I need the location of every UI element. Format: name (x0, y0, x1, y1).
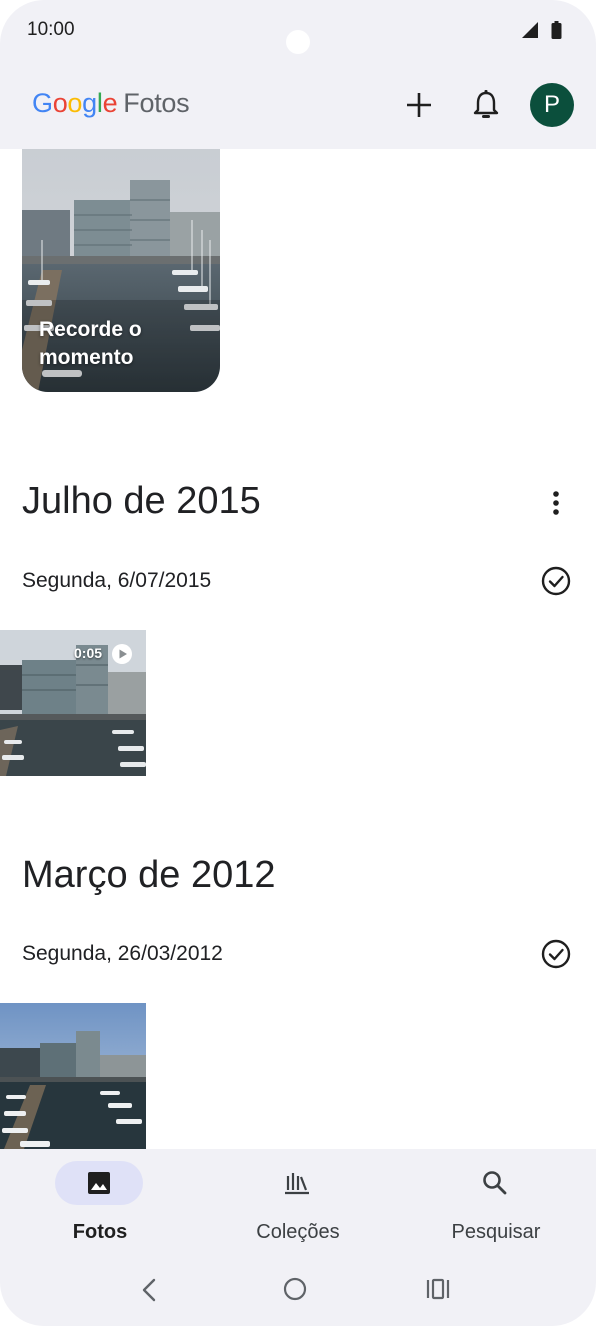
logo-product-name: Fotos (123, 88, 190, 118)
nav-item-pesquisar[interactable]: Pesquisar (416, 1159, 576, 1249)
status-time: 10:00 (27, 19, 75, 40)
day-heading: Segunda, 6/07/2015 (22, 569, 212, 592)
nav-item-colecoes[interactable]: Coleções (218, 1159, 378, 1249)
recents-icon[interactable] (426, 1277, 450, 1301)
check-circle-icon (541, 566, 571, 596)
phone-screen: 10:00 Recorde o momento Google Fotos P J… (0, 0, 596, 1326)
account-avatar[interactable]: P (530, 83, 574, 127)
google-photos-logo: Google Fotos (32, 88, 190, 119)
home-icon[interactable] (283, 1277, 307, 1301)
app-bar: Google Fotos P (0, 60, 596, 149)
logo-letter: e (102, 88, 118, 118)
photo-icon (88, 1172, 110, 1194)
nav-label: Fotos (72, 1221, 128, 1243)
back-icon[interactable] (139, 1277, 159, 1303)
nav-label: Pesquisar (451, 1221, 541, 1243)
bell-icon (473, 90, 499, 118)
video-thumbnail[interactable]: 0:05 (0, 630, 146, 776)
logo-letter: o (52, 88, 68, 118)
search-icon (483, 1171, 507, 1195)
more-vert-icon (553, 491, 559, 515)
check-circle-icon (541, 939, 571, 969)
more-options-button[interactable] (540, 486, 572, 520)
battery-icon (551, 21, 562, 39)
logo-letter: o (67, 88, 83, 118)
select-day-button[interactable] (540, 565, 572, 597)
month-heading: Julho de 2015 (22, 480, 261, 522)
nav-item-fotos[interactable]: Fotos (20, 1159, 180, 1249)
select-day-button[interactable] (540, 938, 572, 970)
memory-label: Recorde o momento (39, 318, 142, 369)
add-icon (407, 93, 431, 117)
add-button[interactable] (402, 88, 436, 122)
memory-card[interactable]: Recorde o momento (22, 120, 220, 392)
logo-letter: g (82, 88, 97, 118)
video-duration: 0:05 (74, 645, 103, 661)
nav-label: Coleções (256, 1221, 340, 1243)
play-circle-icon (112, 644, 132, 664)
collections-icon (285, 1173, 309, 1195)
month-heading: Março de 2012 (22, 854, 276, 896)
day-heading: Segunda, 26/03/2012 (22, 942, 223, 965)
photo-thumbnail[interactable] (0, 1003, 146, 1149)
status-bar: 10:00 (0, 0, 596, 60)
camera-cutout (286, 30, 310, 54)
harbor-photo (0, 1003, 146, 1149)
logo-letter: G (32, 88, 53, 118)
notifications-button[interactable] (470, 88, 502, 122)
bottom-navigation: Fotos Coleções Pesquisar (0, 1149, 596, 1326)
signal-icon (522, 22, 538, 38)
